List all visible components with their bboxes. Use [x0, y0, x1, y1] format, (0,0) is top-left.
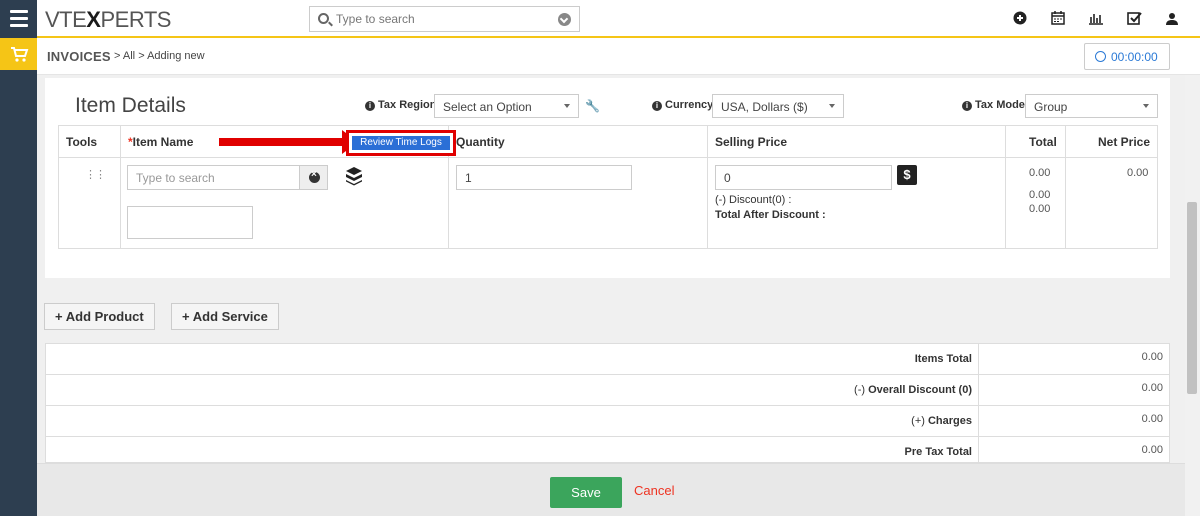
add-product-button[interactable]: + Add Product	[44, 303, 155, 330]
timer-button[interactable]: 00:00:00	[1084, 43, 1170, 70]
info-icon: i	[962, 101, 972, 111]
col-selling-price: Selling Price	[715, 126, 788, 158]
item-details-card: Item Details i Tax Region Select an Optio…	[45, 78, 1170, 278]
breadcrumb-separator: >	[138, 50, 145, 62]
info-icon: i	[365, 101, 375, 111]
chevron-down-icon[interactable]	[558, 13, 571, 26]
selling-price-input[interactable]: 0	[715, 165, 892, 190]
currency-select[interactable]: USA, Dollars ($)	[712, 94, 844, 118]
breadcrumb-module[interactable]: INVOICES	[47, 49, 111, 64]
drag-handle-icon[interactable]: ⋮⋮	[85, 168, 106, 181]
discount-link[interactable]: (-) Discount(0) :	[715, 194, 791, 206]
col-total: Total	[1029, 126, 1057, 158]
breadcrumb-separator: >	[114, 50, 121, 62]
product-box-icon[interactable]	[345, 166, 363, 186]
top-bar: VTEXPERTS Type to search	[37, 0, 1200, 38]
chart-icon[interactable]	[1088, 10, 1104, 26]
col-tools: Tools	[66, 126, 98, 158]
search-icon	[318, 13, 329, 24]
dropdown-caret-icon	[829, 104, 835, 108]
tax-region-select[interactable]: Select an Option	[434, 94, 579, 118]
breadcrumb: INVOICES > All > Adding new 00:00:00	[37, 38, 1200, 75]
currency-label: i Currency	[652, 99, 713, 111]
totals-row-overall-discount[interactable]: (-) Overall Discount (0) 0.00	[46, 375, 1169, 406]
plus-icon: +	[182, 309, 193, 324]
tax-region-label: i Tax Region	[365, 99, 436, 111]
line-items-table: Tools *Item Name Review Time Logs Quanti…	[58, 125, 1158, 249]
red-arrow-annotation	[219, 130, 358, 154]
totals-row-charges[interactable]: (+) Charges 0.00	[46, 406, 1169, 437]
calendar-icon[interactable]	[1050, 10, 1066, 26]
clear-icon	[309, 169, 320, 183]
menu-icon[interactable]	[0, 0, 37, 37]
review-time-logs-button[interactable]: Review Time Logs	[346, 130, 456, 156]
tax-mode-label: i Tax Mode	[962, 99, 1025, 111]
page-scrollbar[interactable]	[1185, 75, 1200, 516]
col-quantity: Quantity	[456, 126, 505, 158]
invoices-module-icon[interactable]	[0, 38, 37, 70]
cancel-link[interactable]: Cancel	[634, 483, 674, 498]
save-button[interactable]: Save	[550, 477, 622, 508]
breadcrumb-all[interactable]: All	[123, 50, 135, 62]
col-item-name: *Item Name	[128, 126, 194, 158]
tax-mode-select[interactable]: Group	[1025, 94, 1158, 118]
row-net-price: 0.00	[1127, 167, 1149, 179]
price-book-icon[interactable]: $	[897, 165, 917, 185]
dropdown-caret-icon	[1143, 104, 1149, 108]
col-net-price: Net Price	[1098, 126, 1151, 158]
clock-icon	[1095, 51, 1106, 62]
dropdown-caret-icon	[564, 104, 570, 108]
info-icon: i	[652, 101, 662, 111]
totals-table: Items Total 0.00 (-) Overall Discount (0)…	[45, 343, 1170, 468]
plus-icon: +	[55, 309, 66, 324]
row-total: 0.00	[1029, 167, 1051, 179]
wrench-icon[interactable]: 🔧	[585, 99, 600, 113]
user-icon[interactable]	[1164, 10, 1180, 26]
totals-row-items-total: Items Total 0.00	[46, 344, 1169, 375]
add-service-button[interactable]: + Add Service	[171, 303, 279, 330]
form-footer: Save Cancel	[37, 463, 1185, 516]
total-after-discount-label: Total After Discount :	[715, 209, 826, 221]
quantity-input[interactable]: 1	[456, 165, 632, 190]
clear-item-button[interactable]	[299, 165, 328, 190]
row-discount-value: 0.00	[1029, 189, 1051, 201]
plus-circle-icon[interactable]	[1012, 10, 1028, 26]
vtexperts-logo[interactable]: VTEXPERTS	[45, 7, 171, 33]
item-details-title: Item Details	[75, 94, 186, 117]
checkbox-icon[interactable]	[1126, 10, 1142, 26]
breadcrumb-current: Adding new	[147, 50, 205, 62]
item-search-input[interactable]: Type to search	[127, 165, 300, 190]
left-rail	[0, 0, 37, 516]
global-search-input[interactable]: Type to search	[309, 6, 580, 32]
row-after-discount-value: 0.00	[1029, 203, 1051, 215]
scrollbar-thumb[interactable]	[1187, 202, 1197, 394]
item-description-textarea[interactable]	[127, 206, 253, 239]
